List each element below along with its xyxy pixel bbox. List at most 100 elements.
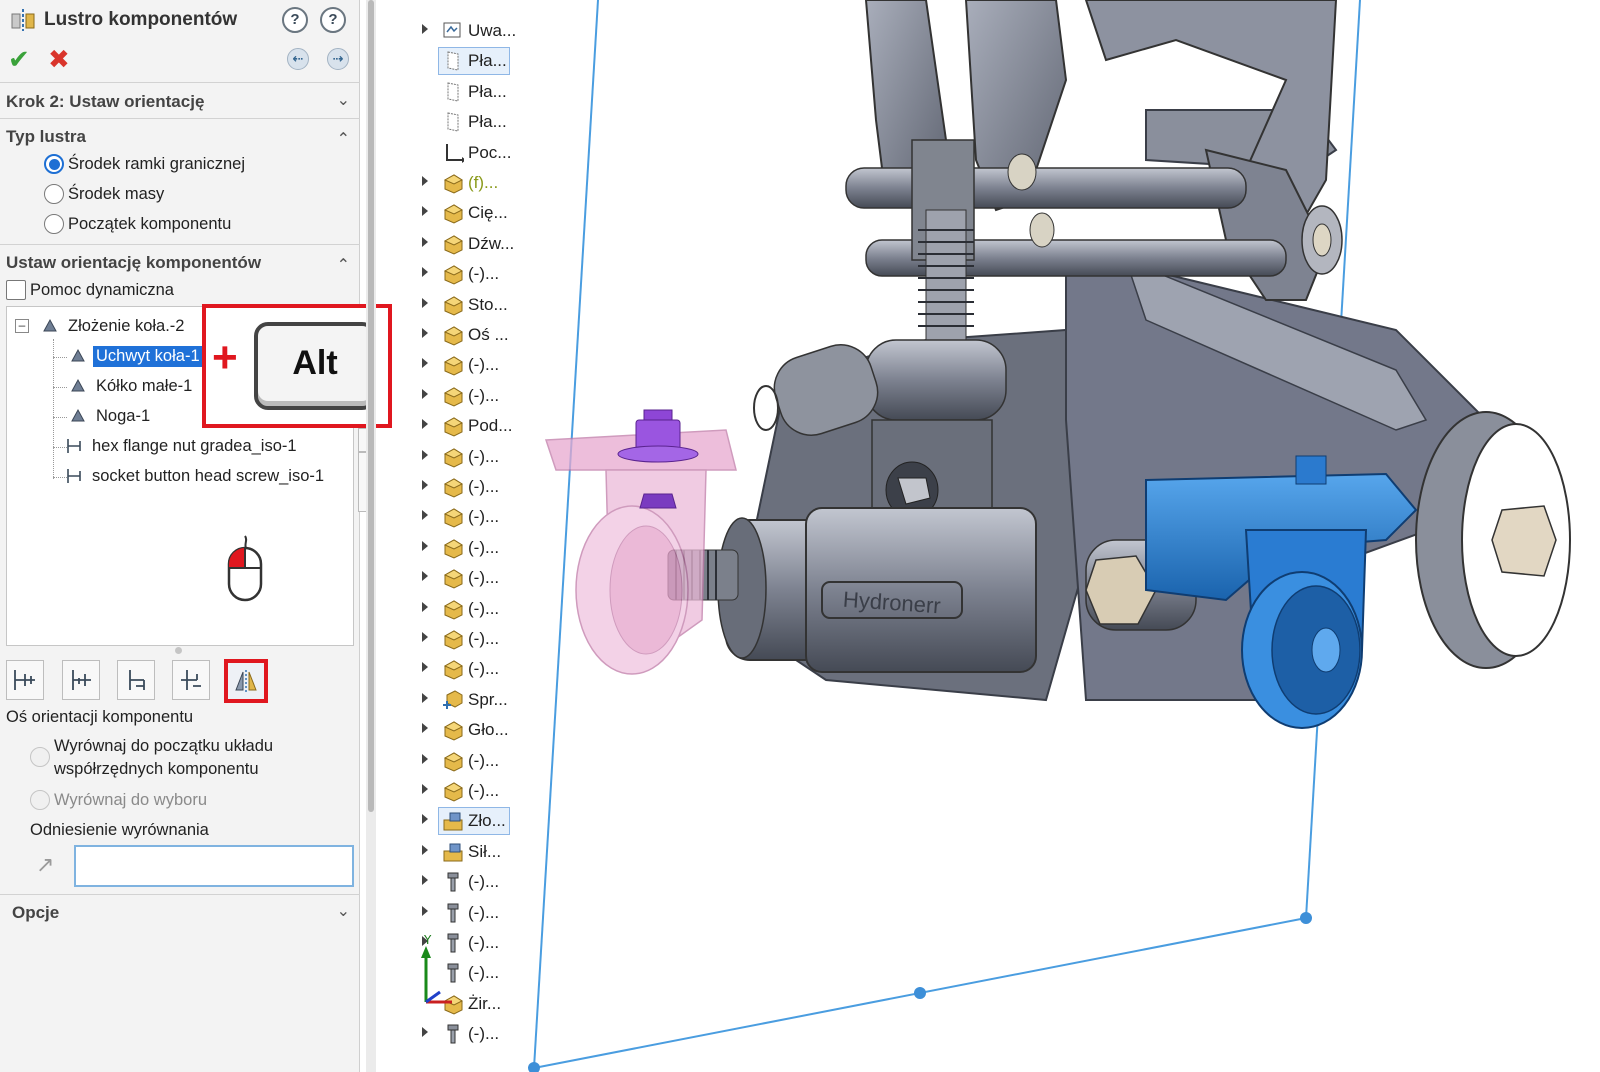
back-arrow-icon[interactable]: ⇠ (287, 48, 309, 70)
expand-arrow-icon[interactable] (422, 24, 428, 34)
expand-arrow-icon[interactable] (422, 723, 428, 734)
feature-tree-item[interactable]: Sto... (386, 290, 526, 320)
cancel-x-icon[interactable]: ✖ (48, 46, 74, 72)
expand-arrow-icon[interactable] (422, 510, 428, 521)
feature-tree-item[interactable]: Cię... (386, 198, 526, 228)
feature-tree-item[interactable]: (-)... (386, 898, 526, 928)
expand-arrow-icon[interactable] (422, 267, 428, 278)
expand-arrow-icon[interactable] (422, 571, 428, 582)
part-icon (442, 537, 464, 559)
feature-tree-item[interactable]: (-)... (386, 776, 526, 806)
expand-arrow-icon[interactable] (422, 236, 428, 247)
orient-button-4[interactable] (172, 660, 210, 700)
expand-arrow-icon[interactable] (422, 601, 428, 612)
help-button[interactable]: ? (320, 7, 346, 33)
flip-axis-icon (14, 670, 35, 690)
collapse-icon[interactable]: – (15, 319, 29, 333)
feature-tree-item[interactable]: (-)... (386, 867, 526, 897)
alignment-reference-input[interactable] (74, 845, 354, 887)
next-arrow-icon[interactable]: ⇢ (327, 48, 349, 70)
expand-arrow-icon[interactable] (422, 176, 428, 186)
feature-tree-item[interactable]: (-)... (386, 563, 526, 593)
feature-tree-item[interactable]: (-)... (386, 259, 526, 289)
feature-tree-item[interactable]: Uwa... (386, 16, 526, 46)
whats-wrong-help-button[interactable]: ? (282, 7, 308, 33)
ok-check-icon[interactable]: ✔ (8, 46, 34, 72)
feature-tree-item[interactable]: Spr... (386, 685, 526, 715)
feature-tree-item[interactable]: Pła... (386, 107, 526, 137)
feature-tree-item[interactable]: (-)... (386, 654, 526, 684)
expand-arrow-icon[interactable] (422, 328, 428, 338)
expand-arrow-icon[interactable] (422, 753, 428, 764)
expand-arrow-icon[interactable] (422, 784, 428, 794)
expand-arrow-icon[interactable] (422, 419, 428, 430)
feature-tree-item[interactable]: (-)... (386, 381, 526, 411)
feature-tree-item[interactable]: (-)... (386, 746, 526, 776)
expand-arrow-icon[interactable] (422, 388, 428, 399)
expand-arrow-icon[interactable] (422, 480, 428, 490)
radio-button[interactable] (44, 184, 64, 204)
feature-tree-item[interactable]: Pła... (386, 46, 526, 76)
radio-button[interactable] (30, 790, 50, 810)
feature-tree-item[interactable]: Poc... (386, 138, 526, 168)
feature-tree-item[interactable]: (-)... (386, 442, 526, 472)
part-icon (442, 263, 464, 285)
expand-arrow-icon[interactable] (422, 632, 428, 642)
feature-tree-item[interactable]: Pła... (386, 77, 526, 107)
mirror-orient-icon (67, 439, 81, 453)
step-header[interactable]: Krok 2: Ustaw orientację ⌄ (0, 86, 360, 116)
feature-tree-item[interactable]: (-)... (386, 594, 526, 624)
feature-tree-item[interactable]: Oś ... (386, 320, 526, 350)
mirror-opposite-hand-icon (235, 670, 257, 694)
expand-arrow-icon[interactable] (422, 662, 428, 673)
feature-tree-item[interactable]: (-)... (386, 502, 526, 532)
radio-button[interactable] (30, 747, 50, 767)
feature-tree-item[interactable]: (-)... (386, 624, 526, 654)
feature-tree-item[interactable]: (-)... (386, 472, 526, 502)
chevron-down-icon[interactable]: ⌄ (337, 901, 350, 921)
feature-tree-item[interactable]: (-)... (386, 1019, 526, 1049)
orient-button-2[interactable] (62, 660, 100, 700)
expand-arrow-icon[interactable] (422, 206, 428, 217)
expand-arrow-icon[interactable] (422, 875, 428, 886)
expand-arrow-icon[interactable] (422, 844, 428, 855)
bbox-handle[interactable] (1300, 912, 1312, 924)
orient-button-1[interactable] (6, 660, 44, 700)
feature-tree-item[interactable]: (-)... (386, 350, 526, 380)
expand-arrow-icon[interactable] (422, 358, 428, 369)
feature-tree-item[interactable]: (-)... (386, 533, 526, 563)
radio-button[interactable] (44, 154, 64, 174)
scrollbar-thumb[interactable] (368, 0, 374, 812)
chevron-down-icon[interactable]: ⌄ (337, 90, 350, 110)
expand-arrow-icon[interactable] (422, 297, 428, 308)
orient-button-3[interactable] (117, 660, 155, 700)
resize-handle[interactable] (175, 647, 182, 654)
bbox-handle[interactable] (914, 987, 926, 999)
right-wheel[interactable] (1415, 411, 1571, 669)
expand-arrow-icon[interactable] (422, 540, 428, 551)
chevron-up-icon[interactable]: ⌃ (337, 255, 350, 275)
chevron-up-icon[interactable]: ⌃ (337, 129, 350, 149)
bbox-handle[interactable] (528, 1062, 540, 1072)
feature-tree-item[interactable]: Dźw... (386, 229, 526, 259)
expand-arrow-icon[interactable] (422, 449, 428, 460)
options-header[interactable]: Opcje ⌄ (0, 897, 360, 927)
main-cylinder[interactable]: Hydronerr (717, 507, 1037, 673)
orient-components-header[interactable]: Ustaw orientację komponentów ⌃ (0, 247, 360, 277)
expand-arrow-icon[interactable] (422, 814, 428, 825)
feature-tree-item[interactable]: Sił... (386, 837, 526, 867)
graphics-area[interactable]: Hydronerr (526, 0, 1600, 1072)
radio-button[interactable] (44, 214, 64, 234)
dynamic-help-checkbox[interactable] (6, 280, 26, 300)
mirror-type-header[interactable]: Typ lustra ⌃ (0, 121, 360, 151)
create-opposite-hand-button[interactable] (224, 659, 268, 703)
feature-tree-item[interactable]: Pod... (386, 411, 526, 441)
expand-arrow-icon[interactable] (422, 692, 428, 703)
panel-scrollbar[interactable] (366, 0, 376, 1072)
step-header-label: Krok 2: Ustaw orientację (6, 92, 205, 111)
feature-tree-item[interactable]: Gło... (386, 715, 526, 745)
expand-arrow-icon[interactable] (422, 905, 428, 916)
feature-tree-item[interactable]: (f)... (386, 168, 526, 198)
feature-tree-item[interactable]: Zło... (386, 806, 526, 836)
expand-arrow-icon[interactable] (422, 1027, 428, 1038)
